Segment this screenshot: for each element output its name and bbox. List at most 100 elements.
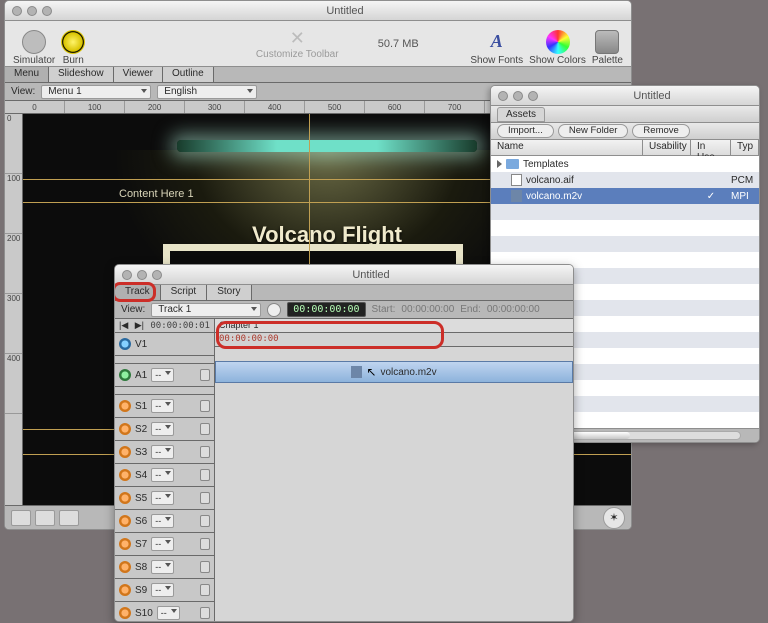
bottom-btn-3[interactable] <box>59 510 79 526</box>
palette-button[interactable]: Palette <box>592 22 623 66</box>
lang-stepper[interactable]: -- <box>151 368 174 382</box>
video-clip[interactable]: ↖ volcano.m2v <box>215 361 573 383</box>
sub-enable-icon[interactable] <box>119 538 131 550</box>
simulator-button[interactable]: Simulator <box>13 22 55 66</box>
col-type[interactable]: Typ <box>731 140 759 155</box>
lang-stepper[interactable]: -- <box>151 583 174 597</box>
col-usability[interactable]: Usability <box>643 140 691 155</box>
sub-enable-icon[interactable] <box>119 607 131 619</box>
lang-stepper[interactable]: -- <box>151 468 174 482</box>
track-row-s8[interactable]: S8-- <box>115 556 214 579</box>
start-label: Start: <box>372 304 396 315</box>
tab-outline[interactable]: Outline <box>163 67 214 82</box>
sub-enable-icon[interactable] <box>119 469 131 481</box>
track-select[interactable]: Track 1 <box>151 303 261 317</box>
track-row-a1[interactable]: A1-- <box>115 364 214 387</box>
asset-row-aif[interactable]: volcano.aif PCM <box>491 172 759 188</box>
lock-icon[interactable] <box>200 492 210 504</box>
main-titlebar[interactable]: Untitled <box>5 1 631 21</box>
tab-slideshow[interactable]: Slideshow <box>49 67 114 82</box>
lock-icon[interactable] <box>200 515 210 527</box>
track-row-s1[interactable]: S1-- <box>115 395 214 418</box>
tab-script[interactable]: Script <box>161 285 208 300</box>
sub-enable-icon[interactable] <box>119 561 131 573</box>
track-row-s9[interactable]: S9-- <box>115 579 214 602</box>
import-button[interactable]: Import... <box>497 124 554 138</box>
assets-columns[interactable]: Name Usability In Use Typ <box>491 140 759 156</box>
tab-track[interactable]: Track <box>115 285 161 300</box>
chapter-marker-row[interactable]: Chapter 1 <box>215 319 573 333</box>
customize-toolbar-button[interactable]: ✕Customize Toolbar <box>237 28 357 60</box>
lang-stepper[interactable]: -- <box>151 537 174 551</box>
track-titlebar[interactable]: Untitled <box>115 265 573 285</box>
lang-stepper[interactable]: -- <box>157 606 180 620</box>
col-in-use[interactable]: In Use <box>691 140 731 155</box>
track-row-s5[interactable]: S5-- <box>115 487 214 510</box>
assets-tab[interactable]: Assets <box>497 107 545 122</box>
show-fonts-button[interactable]: Show Fonts <box>470 22 523 66</box>
lock-icon[interactable] <box>200 584 210 596</box>
show-colors-button[interactable]: Show Colors <box>529 22 586 66</box>
customize-icon: ✕ <box>290 28 305 49</box>
col-name[interactable]: Name <box>491 140 643 155</box>
lang-stepper[interactable]: -- <box>151 422 174 436</box>
tab-menu[interactable]: Menu <box>5 67 49 82</box>
disclosure-triangle-icon[interactable] <box>497 160 502 168</box>
remove-button[interactable]: Remove <box>632 124 689 138</box>
lang-stepper[interactable]: -- <box>151 491 174 505</box>
sub-enable-icon[interactable] <box>119 584 131 596</box>
sub-enable-icon[interactable] <box>119 400 131 412</box>
lang-stepper[interactable]: -- <box>151 445 174 459</box>
asset-row-m2v[interactable]: volcano.m2v ✓MPI <box>491 188 759 204</box>
lock-icon[interactable] <box>200 538 210 550</box>
timeline-area[interactable]: Chapter 1 00:00:00:00 ↖ volcano.m2v <box>215 319 573 621</box>
lock-icon[interactable] <box>200 469 210 481</box>
lock-icon[interactable] <box>200 446 210 458</box>
asset-row-empty <box>491 236 759 252</box>
track-row-s6[interactable]: S6-- <box>115 510 214 533</box>
tab-viewer[interactable]: Viewer <box>114 67 163 82</box>
track-row-s7[interactable]: S7-- <box>115 533 214 556</box>
tab-story[interactable]: Story <box>207 285 251 300</box>
playhead-tc: 00:00:00:01 <box>150 321 210 331</box>
track-row-s10[interactable]: S10-- <box>115 602 214 621</box>
timecode-main[interactable]: 00:00:00:00 <box>287 302 365 317</box>
asset-row-templates[interactable]: Templates <box>491 156 759 172</box>
burn-button[interactable]: Burn <box>61 22 85 66</box>
start-value: 00:00:00:00 <box>401 304 454 315</box>
sub-enable-icon[interactable] <box>119 492 131 504</box>
bottom-round-button[interactable]: ✶ <box>603 507 625 529</box>
view-menu-select[interactable]: Menu 1 <box>41 85 151 99</box>
assets-tab-row: Assets <box>491 106 759 123</box>
new-folder-button[interactable]: New Folder <box>558 124 629 138</box>
track-row-s4[interactable]: S4-- <box>115 464 214 487</box>
lang-stepper[interactable]: -- <box>151 560 174 574</box>
sub-enable-icon[interactable] <box>119 423 131 435</box>
lang-stepper[interactable]: -- <box>151 514 174 528</box>
sub-enable-icon[interactable] <box>119 515 131 527</box>
asset-row-empty <box>491 220 759 236</box>
lock-icon[interactable] <box>200 369 210 381</box>
clock-icon[interactable] <box>267 303 281 317</box>
bottom-btn-1[interactable] <box>11 510 31 526</box>
track-traffic-lights[interactable] <box>115 270 169 280</box>
assets-traffic-lights[interactable] <box>491 91 545 101</box>
lock-icon[interactable] <box>200 561 210 573</box>
prev-frame-icon[interactable]: |◀ <box>119 320 128 331</box>
next-frame-icon[interactable]: ▶| <box>135 320 144 331</box>
timeline-head-left[interactable]: |◀ ▶| 00:00:00:01 <box>115 319 214 333</box>
lock-icon[interactable] <box>200 400 210 412</box>
bottom-btn-2[interactable] <box>35 510 55 526</box>
video-enable-icon[interactable] <box>119 338 131 350</box>
view-language-select[interactable]: English <box>157 85 257 99</box>
track-row-v1[interactable]: V1 <box>115 333 214 356</box>
lock-icon[interactable] <box>200 423 210 435</box>
lang-stepper[interactable]: -- <box>151 399 174 413</box>
window-traffic-lights[interactable] <box>5 6 59 16</box>
track-row-s3[interactable]: S3-- <box>115 441 214 464</box>
track-row-s2[interactable]: S2-- <box>115 418 214 441</box>
lock-icon[interactable] <box>200 607 210 619</box>
audio-enable-icon[interactable] <box>119 369 131 381</box>
sub-enable-icon[interactable] <box>119 446 131 458</box>
assets-titlebar[interactable]: Untitled <box>491 86 759 106</box>
